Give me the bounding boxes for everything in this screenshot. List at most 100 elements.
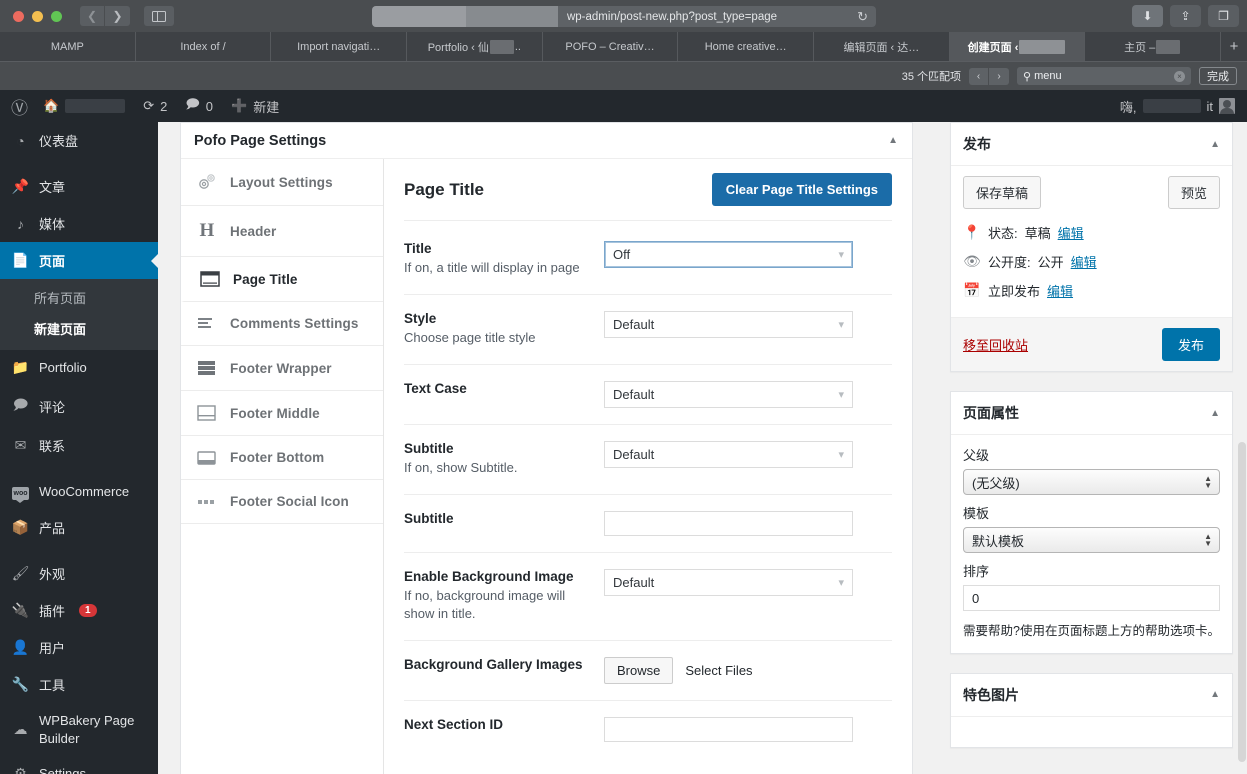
sidebar-item-products[interactable]: 📦 产品 <box>0 509 158 546</box>
address-bar-url: wp-admin/post-new.php?post_type=page <box>566 10 778 23</box>
new-content-item[interactable]: ➕ 新建 <box>222 90 288 122</box>
find-done-button[interactable]: 完成 <box>1199 67 1237 85</box>
title-select[interactable]: Off ▾ <box>604 241 853 268</box>
parent-label: 父级 <box>963 448 990 463</box>
publish-button[interactable]: 发布 <box>1161 328 1220 361</box>
tab-footer-wrapper[interactable]: Footer Wrapper <box>181 346 383 391</box>
collapse-triangle-icon[interactable]: ▲ <box>888 135 898 146</box>
tab-header[interactable]: H Header <box>181 206 383 257</box>
publish-metabox-header[interactable]: 发布 ▲ <box>951 123 1232 166</box>
field-label-block: Title If on, a title will display in pag… <box>404 241 604 278</box>
field-label-block: Background Gallery Images <box>404 657 604 684</box>
tab-footer-social-icon[interactable]: Footer Social Icon <box>181 480 383 524</box>
browser-tab[interactable]: Index of / <box>136 32 272 61</box>
sidebar-item-wpbakery[interactable]: ☁ WPBakery Page Builder <box>0 703 158 756</box>
browse-button[interactable]: Browse <box>604 657 674 685</box>
sidebar-item-plugins[interactable]: 🔌 插件 1 <box>0 592 158 629</box>
browser-tab-active[interactable]: 创建页面 ‹ <box>949 32 1086 61</box>
sidebar-toggle-button[interactable] <box>144 6 174 26</box>
close-window-button[interactable] <box>13 10 24 22</box>
find-prev-button[interactable]: ‹ <box>969 67 989 85</box>
subtitle-toggle-select[interactable]: Default ▾ <box>604 440 853 468</box>
pofo-metabox-title: Pofo Page Settings <box>194 132 327 149</box>
subtitle-input[interactable] <box>604 510 853 536</box>
browser-nav-buttons[interactable]: ❮ ❯ <box>80 6 130 26</box>
admin-sidebar-menu[interactable]: ◔ 仪表盘 📌 文章 ♪ 媒体 📄 页面 所有页面 新建页面 📁 Portfol… <box>0 122 158 774</box>
comment-bubble-icon: 🗩 <box>185 96 200 111</box>
find-input[interactable]: ⚲ menu × <box>1017 67 1191 85</box>
browser-toolbar-actions[interactable]: ⬇ ⇪ ❐ <box>1132 5 1239 27</box>
enable-background-image-select[interactable]: Default ▾ <box>604 568 853 596</box>
collapse-triangle-icon[interactable]: ▲ <box>1210 139 1220 150</box>
pofo-tab-list[interactable]: Layout Settings H Header Page Title Comm… <box>181 159 384 774</box>
browser-tab[interactable]: MAMP <box>0 32 136 61</box>
edit-schedule-link[interactable]: 编辑 <box>1047 281 1073 300</box>
sidebar-item-dashboard[interactable]: ◔ 仪表盘 <box>0 122 158 159</box>
submenu-item-all-pages[interactable]: 所有页面 <box>0 282 158 313</box>
my-account-item[interactable]: 嗨, it <box>1120 97 1247 116</box>
tab-footer-middle[interactable]: Footer Middle <box>181 391 383 436</box>
sidebar-item-users[interactable]: 👤 用户 <box>0 629 158 666</box>
address-bar[interactable]: wp-admin/post-new.php?post_type=page ↻ <box>372 6 876 27</box>
browser-tab-strip[interactable]: MAMP Index of / Import navigati… Portfol… <box>0 32 1247 61</box>
pages-submenu[interactable]: 所有页面 新建页面 <box>0 279 158 350</box>
back-arrow-icon[interactable]: ❮ <box>80 6 105 26</box>
pofo-metabox-header[interactable]: Pofo Page Settings ▲ <box>181 123 912 159</box>
window-traffic-lights[interactable] <box>13 10 62 22</box>
tab-layout-settings[interactable]: Layout Settings <box>181 159 383 206</box>
updates-item[interactable]: ⟳ 2 <box>134 90 176 122</box>
sidebar-item-comments[interactable]: 🗩 评论 <box>0 385 158 427</box>
save-draft-button[interactable]: 保存草稿 <box>963 176 1042 209</box>
sidebar-item-pages[interactable]: 📄 页面 <box>0 242 158 279</box>
style-select[interactable]: Default ▾ <box>604 310 853 338</box>
edit-status-link[interactable]: 编辑 <box>1058 223 1084 242</box>
featured-image-metabox-header[interactable]: 特色图片 ▲ <box>951 674 1232 717</box>
reload-icon[interactable]: ↻ <box>857 9 868 25</box>
browser-tab[interactable]: 主页 – <box>1085 32 1222 61</box>
comments-item[interactable]: 🗩 0 <box>176 90 222 122</box>
preview-button[interactable]: 预览 <box>1167 176 1220 209</box>
collapse-triangle-icon[interactable]: ▲ <box>1210 408 1220 419</box>
downloads-icon[interactable]: ⬇ <box>1132 5 1163 27</box>
tab-overview-icon[interactable]: ❐ <box>1208 5 1239 27</box>
edit-visibility-link[interactable]: 编辑 <box>1071 252 1097 271</box>
forward-arrow-icon[interactable]: ❯ <box>105 6 130 26</box>
move-to-trash-link[interactable]: 移至回收站 <box>963 335 1028 354</box>
wordpress-logo-icon[interactable]: Ⓥ <box>0 94 34 119</box>
next-section-id-input[interactable] <box>604 717 853 743</box>
tab-page-title[interactable]: Page Title <box>181 257 383 302</box>
sidebar-item-appearance[interactable]: 🖌 外观 <box>0 555 158 592</box>
sidebar-item-contact[interactable]: ✉ 联系 <box>0 427 158 464</box>
submenu-item-new-page[interactable]: 新建页面 <box>0 313 158 344</box>
browser-tab[interactable]: Portfolio ‹ 仙 .. <box>407 32 543 61</box>
order-input[interactable]: 0 <box>963 585 1220 611</box>
sidebar-item-tools[interactable]: 🔧 工具 <box>0 666 158 703</box>
clear-page-title-settings-button[interactable]: Clear Page Title Settings <box>711 173 892 206</box>
share-icon[interactable]: ⇪ <box>1170 5 1201 27</box>
sidebar-item-settings[interactable]: ⚙ Settings <box>0 756 158 774</box>
tab-comments-settings[interactable]: Comments Settings <box>181 302 383 346</box>
browser-tab[interactable]: 编辑页面 ‹ 达… <box>814 32 950 61</box>
clear-icon[interactable]: × <box>1174 70 1185 82</box>
find-navigation[interactable]: ‹ › <box>969 67 1009 85</box>
browser-tab[interactable]: Home creative… <box>678 32 815 61</box>
find-next-button[interactable]: › <box>989 67 1009 85</box>
collapse-triangle-icon[interactable]: ▲ <box>1210 689 1220 700</box>
sidebar-item-portfolio[interactable]: 📁 Portfolio <box>0 350 158 385</box>
site-name-item[interactable]: 🏠 <box>34 90 134 122</box>
attributes-metabox-header[interactable]: 页面属性 ▲ <box>951 392 1232 435</box>
browser-tab[interactable]: Import navigati… <box>271 32 408 61</box>
template-select[interactable]: 默认模板 ▲ ▼ <box>963 527 1220 553</box>
maximize-window-button[interactable] <box>51 10 62 22</box>
new-tab-button[interactable]: + <box>1221 32 1247 61</box>
parent-select[interactable]: (无父级) ▲ ▼ <box>963 469 1220 495</box>
minimize-window-button[interactable] <box>32 10 43 22</box>
tab-footer-bottom[interactable]: Footer Bottom <box>181 436 383 480</box>
text-case-select[interactable]: Default ▾ <box>604 380 853 408</box>
field-label: Title <box>404 241 432 256</box>
page-scrollbar[interactable] <box>1238 442 1246 762</box>
sidebar-item-media[interactable]: ♪ 媒体 <box>0 205 158 242</box>
browser-tab[interactable]: POFO – Creativ… <box>543 32 679 61</box>
sidebar-item-woocommerce[interactable]: woo WooCommerce <box>0 473 158 509</box>
sidebar-item-posts[interactable]: 📌 文章 <box>0 168 158 205</box>
